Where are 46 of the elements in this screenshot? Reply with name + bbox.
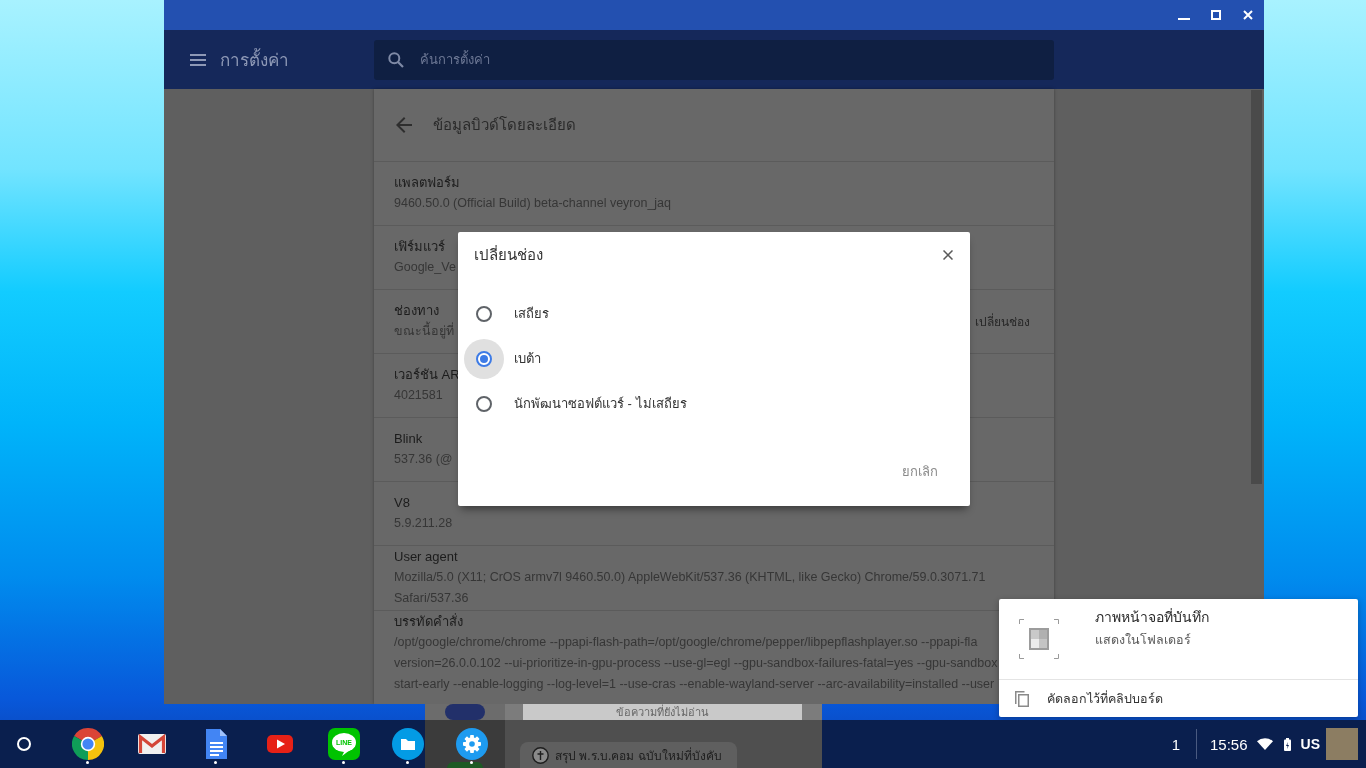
minimize-icon bbox=[1178, 18, 1190, 20]
battery-icon bbox=[1283, 737, 1291, 751]
copy-icon bbox=[1015, 690, 1029, 707]
dialog-title: เปลี่ยนช่อง bbox=[474, 244, 543, 265]
option-label[interactable]: เสถียร bbox=[514, 303, 549, 324]
option-label[interactable]: นักพัฒนาซอฟต์แวร์ - ไม่เสถียร bbox=[514, 393, 687, 414]
maximize-icon bbox=[1211, 10, 1221, 20]
close-icon bbox=[1243, 10, 1253, 20]
page-title: การตั้งค่า bbox=[220, 46, 289, 73]
wifi-icon bbox=[1256, 738, 1273, 750]
copy-to-clipboard-button[interactable]: คัดลอกไว้ที่คลิปบอร์ด bbox=[999, 680, 1358, 717]
keyboard-layout: US bbox=[1300, 736, 1320, 752]
info-label: User agent bbox=[394, 548, 458, 566]
info-label: V8 bbox=[394, 494, 410, 512]
close-icon bbox=[943, 250, 953, 260]
section-title: ข้อมูลบิวด์โดยละเอียด bbox=[433, 115, 576, 136]
radio-button[interactable] bbox=[476, 305, 492, 322]
info-label: แพลตฟอร์ม bbox=[394, 174, 460, 192]
photo-placeholder bbox=[1326, 728, 1358, 760]
cancel-button[interactable]: ยกเลิก bbox=[886, 455, 954, 487]
corner-frame-icon bbox=[1019, 619, 1059, 659]
option-label[interactable]: เบต้า bbox=[514, 348, 541, 369]
info-label: ช่องทาง bbox=[394, 302, 439, 320]
search-icon bbox=[388, 51, 404, 68]
tricolor-circle-icon bbox=[72, 728, 104, 760]
info-label: เฟิร์มแวร์ bbox=[394, 238, 445, 256]
message-text: สรุป พ.ร.บ.คอม ฉบับใหม่ที่บังคับ bbox=[555, 746, 722, 765]
avatar-icon bbox=[447, 762, 483, 768]
info-label: บรรทัดคำสั่ง bbox=[394, 612, 463, 631]
menu-icon bbox=[190, 53, 206, 66]
arrow-left-icon bbox=[396, 117, 412, 133]
notification-message[interactable]: แสดงในโฟลเดอร์ bbox=[1095, 630, 1191, 650]
circle-icon bbox=[17, 737, 31, 751]
unread-banner: ข้อความที่ยังไม่อ่าน bbox=[523, 704, 802, 720]
notification-count[interactable]: 1 bbox=[1171, 735, 1180, 753]
info-label: Blink bbox=[394, 430, 423, 448]
avatar-icon bbox=[445, 704, 485, 720]
radio-button[interactable] bbox=[476, 350, 492, 367]
scrollbar[interactable] bbox=[1251, 90, 1262, 484]
notification-title: ภาพหน้าจอที่บันทึก bbox=[1095, 607, 1209, 627]
emblem-icon bbox=[532, 746, 549, 764]
radio-button[interactable] bbox=[476, 395, 492, 412]
info-label: เวอร์ชัน AR bbox=[394, 366, 460, 384]
folder-icon bbox=[392, 728, 424, 760]
search-field[interactable]: ค้นการตั้งค่า bbox=[374, 39, 1054, 80]
clock-time: 15:56 bbox=[1210, 735, 1248, 753]
